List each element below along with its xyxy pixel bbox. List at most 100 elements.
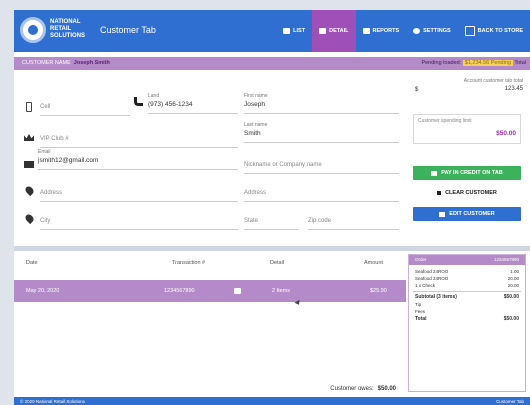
receipt-line-value: 1.00 [510,269,519,274]
section-divider [14,246,530,251]
pay-on-tab-button[interactable]: Pay in credit on tab [413,166,521,180]
vip-label: VIP Club # [40,136,69,142]
cart-icon [431,170,438,176]
cart-icon [234,288,241,294]
transactions-table: Date Transaction # Detail Amount May 20,… [14,254,406,392]
breadcrumb: Customer Name Joseph Smith [22,60,110,66]
receipt-header-right: 1234567890 [493,257,519,262]
address2-field[interactable]: Address [244,180,399,202]
mouse-cursor [294,299,302,307]
limit-value: $50.00 [496,130,516,137]
city-field[interactable]: City [40,208,238,230]
nav-reports[interactable]: Reports [356,10,407,52]
logo [20,17,46,43]
brand-name: National Retail Solutions [50,19,86,39]
balance-value: 123.45 [504,86,523,92]
nav-reports-label: Reports [372,28,400,34]
cell-field[interactable]: Cell [40,94,130,116]
app-window: National Retail Solutions Customer Tab L… [14,10,530,405]
order-receipt: Order 1234567890 Seafood 24ROO 1.00 Seaf… [408,254,526,392]
balance-label: Account customer tab total [463,78,523,84]
edit-customer-button[interactable]: Edit customer [413,207,521,221]
customer-bar: Customer Name Joseph Smith Pending loaded… [14,57,530,70]
breadcrumb-section: Customer Name [22,60,71,66]
limit-label: Customer spending limit [418,118,472,124]
landline-icon [134,97,143,106]
footer: © 2020 National Retail Solutions Custome… [14,397,530,405]
nav-settings-label: Settings [423,28,451,34]
last-name-value: Smith [244,130,261,137]
pending-value: $1,234.56 Pending [462,60,513,66]
receipt-line-value: 20.00 [507,283,519,288]
owes-label: Customer owes: [330,386,374,392]
nav-detail-label: Detail [329,28,349,34]
location-pin-icon [23,184,36,197]
edit-button-label: Edit customer [449,211,495,217]
pending-status: Pending loaded: $1,234.56 Pending Total [421,60,526,66]
grid-icon [464,26,475,36]
table-row[interactable]: May 20, 2020 1234567890 2 Items $25.90 [14,280,406,302]
detail-icon [319,28,327,34]
landline-label: Land [148,93,160,99]
top-bar: National Retail Solutions Customer Tab L… [14,10,530,52]
state-placeholder: State [244,218,259,224]
cell-phone-icon [26,102,32,112]
receipt-header: Order 1234567890 [409,255,525,265]
first-name-field[interactable]: First name Joseph [244,92,399,114]
main-nav: List Detail Reports Settings Back to Sto… [276,10,530,52]
receipt-total-value: $50.00 [503,316,519,322]
nav-list[interactable]: List [276,10,312,52]
pay-button-label: Pay in credit on tab [441,170,503,176]
spending-limit-box[interactable]: Customer spending limit $50.00 [413,114,521,144]
landline-value: (973) 456-1234 [148,101,193,108]
nav-detail[interactable]: Detail [312,10,356,52]
vip-field[interactable]: VIP Club # [40,126,238,148]
customer-name: Joseph Smith [73,60,110,66]
receipt-line-label: Seafood 24ROO [415,276,449,281]
nickname-placeholder: Nickname or Company name [244,162,322,168]
address-placeholder: Address [40,190,63,196]
subtotal-value: $50.00 [503,294,519,300]
column-header-transaction: Transaction # [172,260,206,266]
nav-back-to-store[interactable]: Back to Store [458,10,530,52]
customer-owes: Customer owes: $50.00 [330,386,396,392]
last-name-label: Last name [244,122,268,128]
email-value: jsmith12@gmail.com [38,157,99,164]
footer-copyright: © 2020 National Retail Solutions [20,398,85,404]
clear-customer-button[interactable]: Clear customer [413,186,521,200]
gear-icon [413,28,421,34]
row-transaction: 1234567890 [164,288,195,294]
column-header-date: Date [26,260,38,266]
fees-label: Fees [415,309,426,314]
edit-icon [439,211,446,217]
city-placeholder: City [40,218,51,224]
state-field[interactable]: State [244,208,299,230]
nav-back-label: Back to Store [477,28,523,34]
receipt-divider [413,291,521,292]
zip-placeholder: Zip code [308,218,332,224]
nav-settings[interactable]: Settings [406,10,458,52]
customer-form: Cell Land (973) 456-1234 First name Jose… [14,74,530,244]
list-icon [283,28,291,34]
address-field[interactable]: Address [40,180,238,202]
tip-label: Tip [415,302,422,307]
owes-value: $50.00 [377,386,396,392]
receipt-line-value: 20.00 [507,276,519,281]
last-name-field[interactable]: Last name Smith [244,121,399,143]
landline-field[interactable]: Land (973) 456-1234 [148,92,238,114]
nav-list-label: List [293,28,306,34]
receipt-header-left: Order [415,257,427,262]
receipt-total-label: Total [415,316,427,322]
balance-currency: $ [415,87,419,93]
address2-placeholder: Address [244,190,267,196]
mail-icon [24,161,34,168]
nickname-field[interactable]: Nickname or Company name [244,152,399,174]
clear-button-label: Clear customer [445,190,497,196]
email-label: Email [38,149,51,155]
zip-field[interactable]: Zip code [308,208,399,230]
first-name-value: Joseph [244,101,265,108]
total-label: Total [514,60,526,66]
email-field[interactable]: Email jsmith12@gmail.com [38,148,238,170]
row-detail[interactable]: 2 Items [272,288,290,294]
first-name-label: First name [244,93,268,99]
